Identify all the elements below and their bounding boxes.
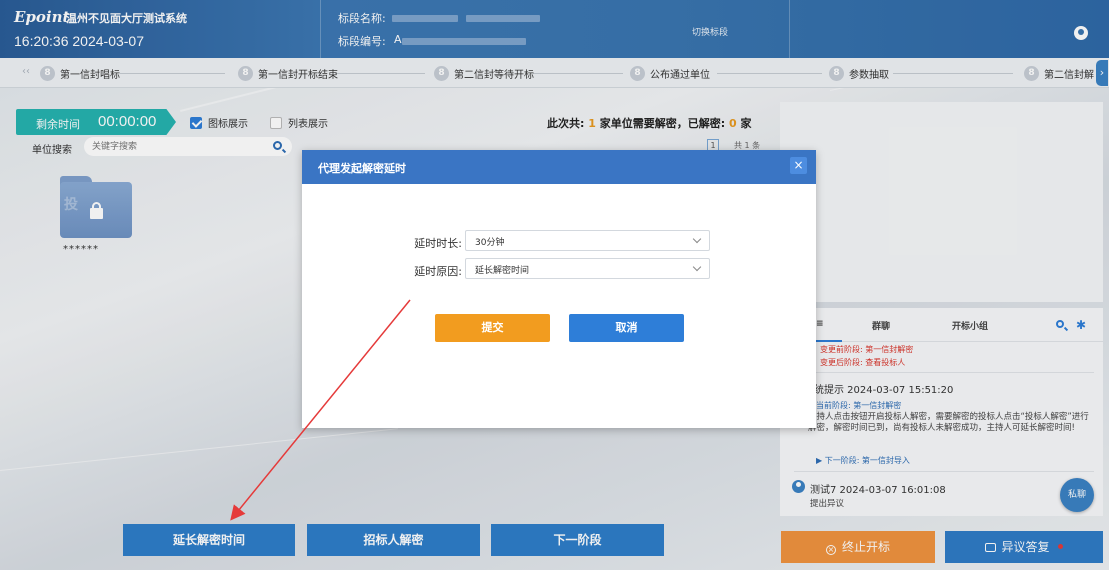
annotation-arrow-icon — [230, 299, 411, 521]
